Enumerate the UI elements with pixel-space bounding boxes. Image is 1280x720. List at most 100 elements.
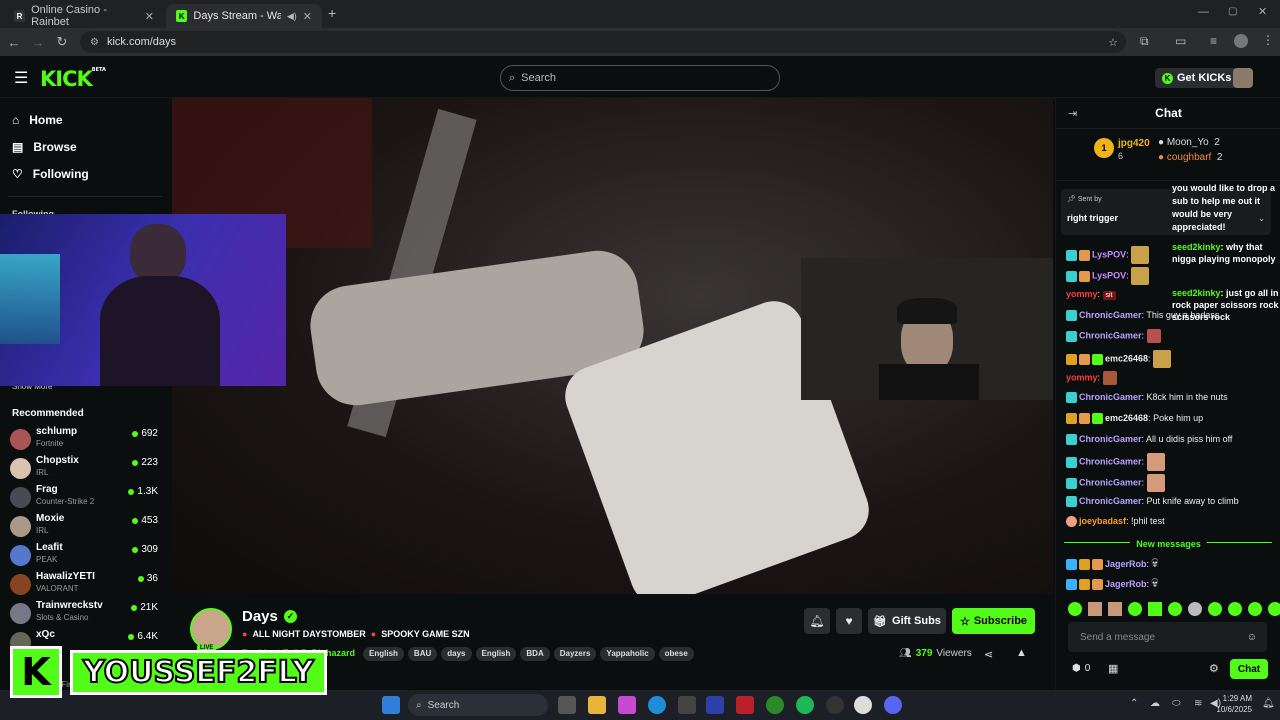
chat-username[interactable]: JagerRob	[1105, 559, 1147, 569]
kick-logo[interactable]: KICKBETA	[40, 67, 106, 91]
tag[interactable]: obese	[658, 647, 694, 661]
kick-points[interactable]: ⬢ 0	[1072, 663, 1090, 674]
browser-tab-active[interactable]: K Days Stream - Watch Live o ◀) ✕	[166, 4, 322, 28]
tray-chevron-icon[interactable]: ⌃	[1130, 698, 1138, 709]
close-tab-icon[interactable]: ✕	[303, 10, 312, 23]
subscribe-button[interactable]: ☆ Subscribe	[952, 608, 1035, 634]
channel-avatar[interactable]	[190, 608, 232, 650]
leaderboard-entry[interactable]: ● Moon_Yo 2	[1158, 137, 1220, 148]
file-explorer-icon[interactable]	[588, 696, 606, 714]
leaderboard-entry[interactable]: ● coughbarf 2	[1158, 152, 1222, 163]
spotify-icon[interactable]	[796, 696, 814, 714]
profile-avatar[interactable]	[1234, 34, 1248, 48]
chat-username[interactable]: ChronicGamer	[1079, 477, 1142, 487]
get-kicks-button[interactable]: K Get KICKs	[1155, 68, 1239, 88]
leaderboard-name[interactable]: jpg420	[1118, 138, 1150, 149]
sidebar-item-home[interactable]: ⌂ Home	[0, 106, 170, 133]
notification-bell-button[interactable]: 🔔︎	[804, 608, 830, 634]
copilot-icon[interactable]	[618, 696, 636, 714]
follow-button[interactable]: ♥	[836, 608, 862, 634]
sidebar-item-following[interactable]: ♡ Following	[0, 160, 170, 187]
chat-username[interactable]: ChronicGamer	[1079, 330, 1142, 340]
recommended-channel[interactable]: Moxie IRL 453	[10, 511, 162, 540]
extensions-icon[interactable]: ⧉	[1140, 34, 1149, 49]
close-window-icon[interactable]: ✕	[1258, 5, 1267, 18]
edge-icon[interactable]	[648, 696, 666, 714]
notifications-icon[interactable]: 🔔︎	[1262, 698, 1275, 709]
emote-icon[interactable]	[1228, 602, 1242, 616]
maximize-icon[interactable]: ▢	[1228, 6, 1237, 17]
app-l-icon[interactable]	[706, 696, 724, 714]
chat-username[interactable]: seed2kinky	[1172, 288, 1221, 298]
speaker-icon[interactable]: ◀)	[287, 11, 297, 22]
emote-icon[interactable]	[1208, 602, 1222, 616]
tag[interactable]: BAU	[407, 647, 438, 661]
close-tab-icon[interactable]: ✕	[145, 10, 154, 23]
cloud-icon[interactable]: ☁	[1150, 698, 1160, 709]
chat-username[interactable]: ChronicGamer	[1079, 310, 1142, 320]
emote-icon[interactable]	[1188, 602, 1202, 616]
task-view-icon[interactable]	[558, 696, 576, 714]
mcafee-icon[interactable]	[736, 696, 754, 714]
bookmark-star-icon[interactable]: ☆	[1108, 36, 1118, 49]
tag[interactable]: BDA	[520, 647, 550, 661]
minimize-icon[interactable]: —	[1198, 6, 1209, 18]
chat-username[interactable]: yommy	[1066, 372, 1098, 382]
tag[interactable]: Dayzers	[553, 647, 597, 661]
browser-tab[interactable]: R Online Casino - Rainbet ✕	[4, 4, 164, 28]
chrome-icon[interactable]	[854, 696, 872, 714]
emote-icon[interactable]	[1068, 602, 1082, 616]
xbox-icon[interactable]	[766, 696, 784, 714]
chat-username[interactable]: joeybadasf	[1079, 516, 1126, 526]
recommended-channel[interactable]: Chopstix IRL 223	[10, 453, 162, 482]
browser-menu-icon[interactable]: ⋮	[1262, 33, 1274, 47]
store-icon[interactable]: ▦	[1108, 662, 1118, 675]
chat-username[interactable]: ChronicGamer	[1079, 456, 1142, 466]
emote-icon[interactable]	[1088, 602, 1102, 616]
cast-icon[interactable]: ▭	[1175, 34, 1186, 48]
chat-input[interactable]: Send a message ☺	[1068, 622, 1267, 652]
tag[interactable]: days	[441, 647, 472, 661]
new-tab-button[interactable]: +	[328, 5, 336, 21]
forward-icon[interactable]: →	[26, 35, 50, 50]
recommended-channel[interactable]: Leafit PEAK 309	[10, 540, 162, 569]
discord-icon[interactable]	[884, 696, 902, 714]
chat-username[interactable]: ChronicGamer	[1079, 434, 1142, 444]
chat-username[interactable]: JagerRob	[1105, 579, 1147, 589]
emoji-picker-icon[interactable]: ☺	[1247, 632, 1257, 643]
chat-username[interactable]: LysPOV	[1092, 270, 1126, 280]
chat-username[interactable]: LysPOV	[1092, 249, 1126, 259]
chat-username[interactable]: ChronicGamer	[1079, 496, 1142, 506]
back-icon[interactable]: ←	[2, 35, 26, 50]
tag[interactable]: Yappaholic	[600, 647, 655, 661]
chat-username[interactable]: yommy	[1066, 289, 1098, 299]
tag[interactable]: English	[475, 647, 517, 661]
emote-icon[interactable]	[1128, 602, 1142, 616]
store-icon[interactable]	[678, 696, 696, 714]
emote-icon[interactable]	[1168, 602, 1182, 616]
hamburger-menu-icon[interactable]: ☰	[14, 68, 28, 88]
emote-icon[interactable]	[1148, 602, 1162, 616]
report-icon[interactable]: ▲	[1016, 647, 1027, 659]
start-menu-icon[interactable]	[382, 696, 400, 714]
user-avatar[interactable]	[1233, 68, 1253, 88]
reload-icon[interactable]: ↻	[50, 34, 74, 50]
chat-username[interactable]: emc26468	[1105, 413, 1148, 423]
send-chat-button[interactable]: Chat	[1230, 659, 1268, 679]
mic-icon[interactable]: ⬭	[1172, 698, 1181, 709]
chat-settings-icon[interactable]: ⚙	[1209, 662, 1219, 675]
gift-subs-button[interactable]: 🎁︎ Gift Subs	[868, 608, 946, 634]
steam-icon[interactable]	[826, 696, 844, 714]
channel-name[interactable]: Days	[242, 608, 278, 625]
taskbar-clock[interactable]: 1:29 AM 10/6/2025	[1202, 693, 1252, 715]
emote-icon[interactable]	[1108, 602, 1122, 616]
recommended-channel[interactable]: schlump Fortnite 692	[10, 424, 162, 453]
emote-icon[interactable]	[1268, 602, 1280, 616]
url-field[interactable]: ⚙ kick.com/days ☆	[80, 31, 1126, 53]
tag[interactable]: English	[363, 647, 404, 661]
chat-username[interactable]: emc26468	[1105, 353, 1148, 363]
sidebar-item-browse[interactable]: ▤ Browse	[0, 133, 170, 160]
search-input[interactable]: ⌕ Search	[500, 65, 780, 91]
emote-icon[interactable]	[1248, 602, 1262, 616]
tab-search-icon[interactable]: ≡	[1210, 34, 1217, 48]
